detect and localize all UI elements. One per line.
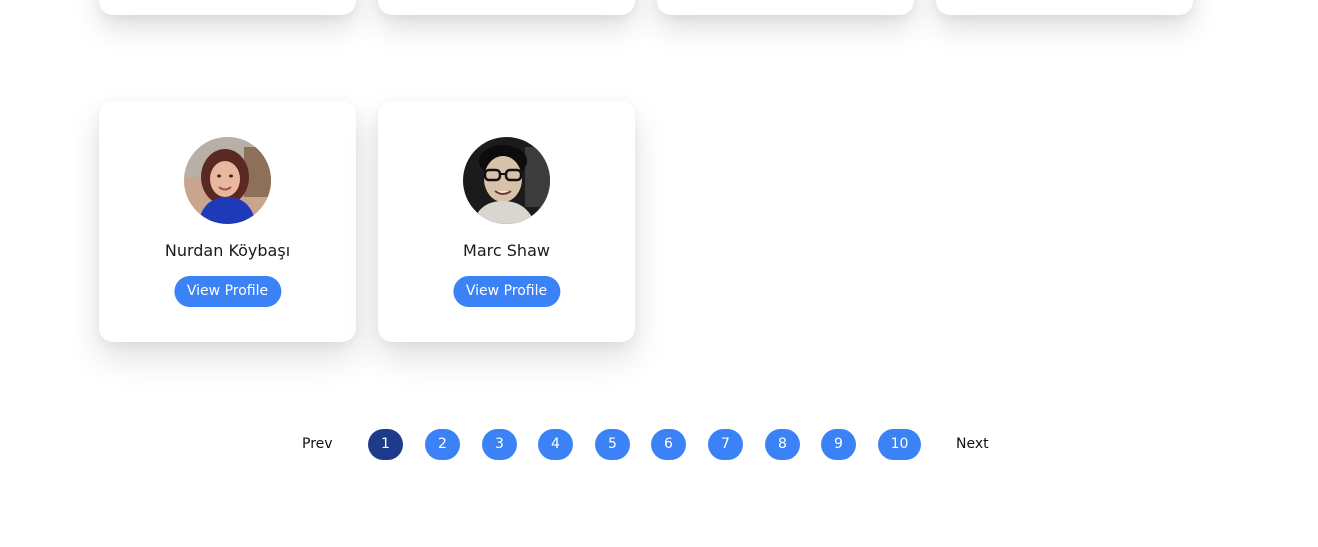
next-page-button[interactable]: Next [956, 429, 989, 460]
avatar-photo [184, 137, 271, 224]
page-button-8[interactable]: 8 [765, 429, 800, 460]
avatar [184, 137, 271, 224]
page-button-9[interactable]: 9 [821, 429, 856, 460]
profile-card-partial [936, 0, 1193, 15]
avatar-photo [463, 137, 550, 224]
page-button-6[interactable]: 6 [651, 429, 686, 460]
page-button-7[interactable]: 7 [708, 429, 743, 460]
view-profile-button[interactable]: View Profile [173, 276, 282, 307]
profile-card: Nurdan Köybaşı View Profile [99, 101, 356, 342]
profile-name: Nurdan Köybaşı [164, 241, 291, 260]
page-button-2[interactable]: 2 [425, 429, 460, 460]
page-button-5[interactable]: 5 [595, 429, 630, 460]
page: Nurdan Köybaşı View Profile Marc Shaw Vi… [0, 0, 1318, 547]
prev-page-button[interactable]: Prev [302, 429, 333, 460]
profile-card-partial [378, 0, 635, 15]
profile-card-partial [99, 0, 356, 15]
page-button-10[interactable]: 10 [878, 429, 921, 460]
profile-card: Marc Shaw View Profile [378, 101, 635, 342]
pagination: Prev 1 2 3 4 5 6 7 8 9 10 Next [0, 429, 1318, 460]
profile-card-partial [657, 0, 914, 15]
profile-name: Marc Shaw [463, 241, 550, 260]
view-profile-button[interactable]: View Profile [452, 276, 561, 307]
avatar [463, 137, 550, 224]
page-button-3[interactable]: 3 [482, 429, 517, 460]
page-button-4[interactable]: 4 [538, 429, 573, 460]
page-button-1[interactable]: 1 [368, 429, 403, 460]
